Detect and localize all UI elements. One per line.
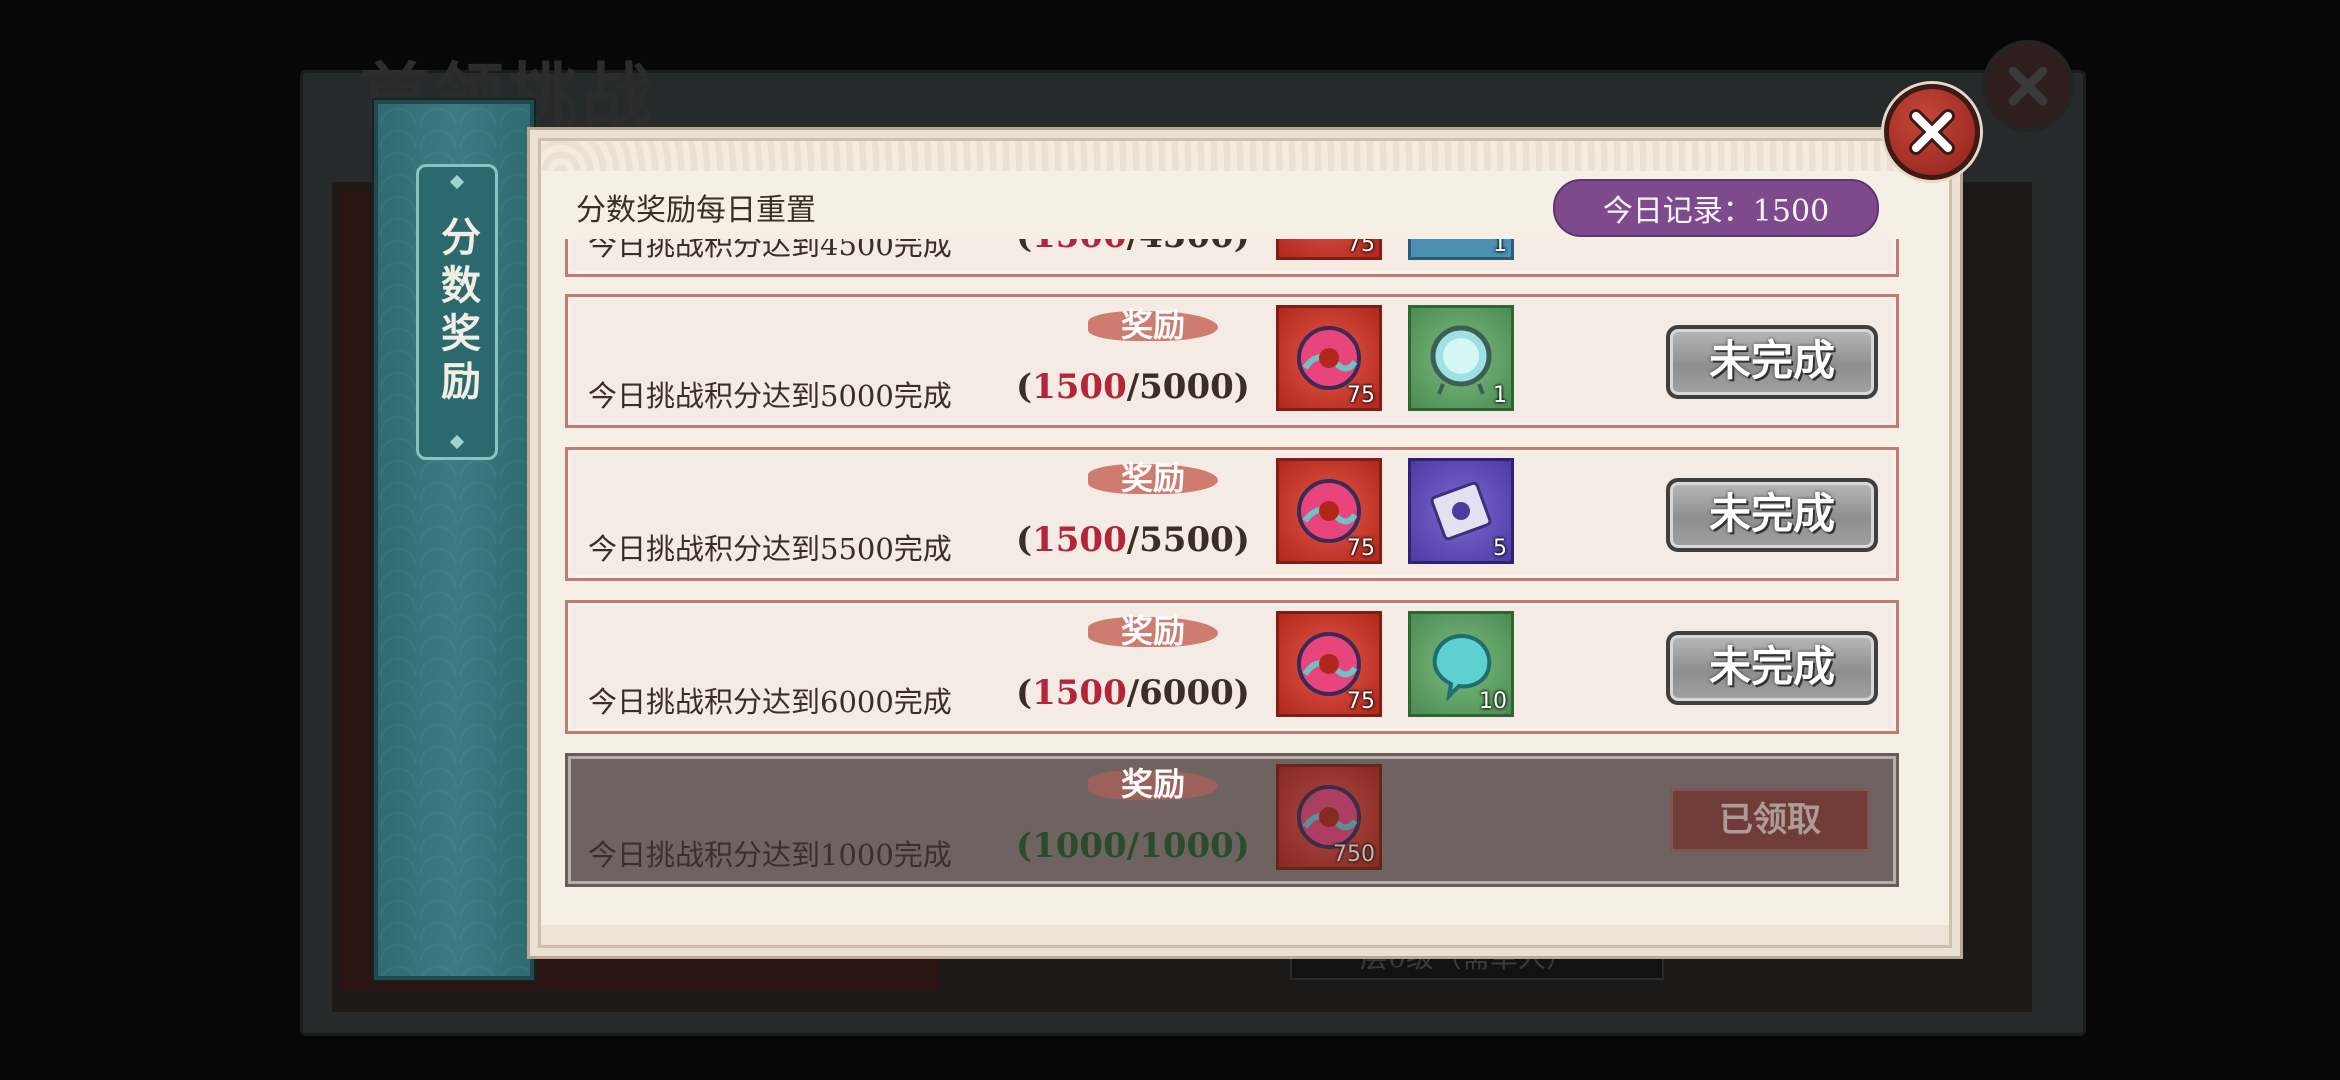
reward-item[interactable]: 1 [1408,239,1514,260]
close-icon [2008,66,2048,106]
list-item: 奖励 今日挑战积分达到5000完成 (1500/5000) 75 1 未完成 [565,294,1899,428]
reward-tag: 奖励 [1088,764,1218,804]
purple-scroll-icon [1430,481,1492,541]
close-icon [1909,109,1955,155]
incomplete-button[interactable]: 未完成 [1666,325,1878,399]
green-mirror-icon [1430,325,1492,395]
reward-item[interactable]: 10 [1408,611,1514,717]
close-button[interactable] [1884,84,1980,180]
list-item: 奖励 今日挑战积分达到1000完成 (1000/1000) 750 已领取 [565,753,1899,887]
dialog-header-text: 分数奖励每日重置 [576,193,816,228]
task-progress: (1000/1000) [1016,826,1250,866]
list-item: 奖励 今日挑战积分达到6000完成 (1500/6000) 75 10 未完成 [565,600,1899,734]
task-description: 今日挑战积分达到5000完成 [588,379,952,413]
incomplete-button[interactable]: 未完成 [1666,631,1878,705]
task-progress: (1500/6000) [1016,673,1250,713]
reward-tag: 奖励 [1088,458,1218,498]
task-description: 今日挑战积分达到4500完成 [588,239,952,262]
list-item: 今日挑战积分达到4500完成 (1500/4500) 75 1 [565,239,1899,277]
task-progress: (1500/5500) [1016,520,1250,560]
reward-tag: 奖励 [1088,305,1218,345]
task-progress: (1500/5000) [1016,367,1250,407]
today-record-badge: 今日记录：1500 [1553,179,1879,237]
rewards-dialog: 分数奖励每日重置 今日记录：1500 今日挑战积分达到4500完成 (1500/… [538,138,1952,948]
reward-item[interactable]: 75 [1276,305,1382,411]
task-description: 今日挑战积分达到5500完成 [588,532,952,566]
reward-item[interactable]: 75 [1276,239,1382,260]
claimed-button[interactable]: 已领取 [1670,788,1870,852]
list-item: 奖励 今日挑战积分达到5500完成 (1500/5500) 75 5 未完成 [565,447,1899,581]
diamond-ornament-icon [449,174,465,190]
tab-label: 分数奖励 [434,216,481,408]
dialog-bottom-band [541,925,1949,945]
diamond-ornament-icon [449,434,465,450]
task-description: 今日挑战积分达到6000完成 [588,685,952,719]
incomplete-button[interactable]: 未完成 [1666,478,1878,552]
blue-item-icon: 1 [1493,239,1507,257]
dialog-pattern-band [541,141,1949,171]
reward-item[interactable]: 75 [1276,458,1382,564]
task-progress: (1500/4500) [1016,239,1250,256]
reward-item[interactable]: 5 [1408,458,1514,564]
task-description: 今日挑战积分达到1000完成 [588,838,952,872]
reward-item[interactable]: 750 [1276,764,1382,870]
reward-tag: 奖励 [1088,611,1218,651]
tab-score-rewards[interactable]: 分数奖励 [416,164,498,460]
red-orb-icon [1297,785,1361,849]
side-tab-panel: 分数奖励 [374,100,534,980]
background-close-button [1982,40,2074,132]
reward-item[interactable]: 75 [1276,611,1382,717]
reward-list[interactable]: 今日挑战积分达到4500完成 (1500/4500) 75 1 奖励 今日挑战积… [541,239,1955,929]
reward-item[interactable]: 1 [1408,305,1514,411]
